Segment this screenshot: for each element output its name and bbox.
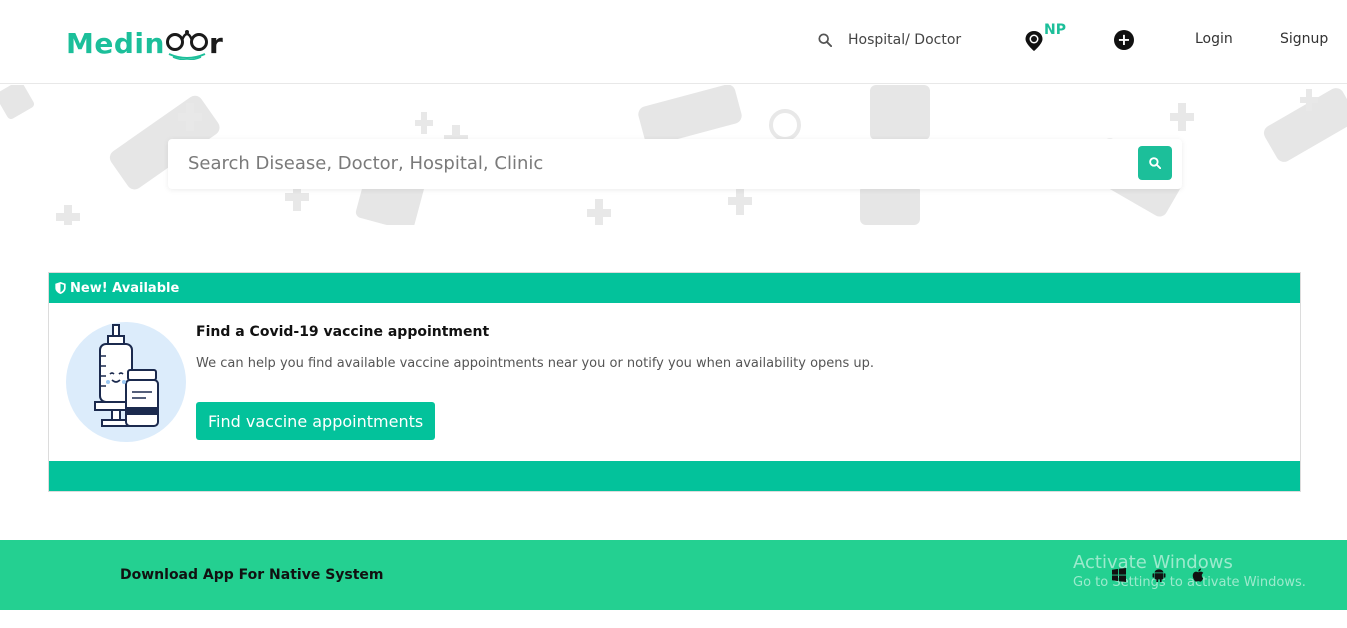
download-app-label: Download App For Native System xyxy=(120,567,384,583)
hospital-doctor-search-link[interactable]: Hospital/ Doctor xyxy=(818,32,961,48)
hospital-doctor-label: Hospital/ Doctor xyxy=(848,32,962,48)
card-description: We can help you find available vaccine a… xyxy=(196,356,875,371)
search-icon xyxy=(818,33,832,47)
new-available-badge: New! Available xyxy=(70,280,180,296)
search-icon xyxy=(1149,157,1161,169)
vaccine-illustration xyxy=(66,322,186,442)
card-title: Find a Covid-19 vaccine appointment xyxy=(196,324,490,340)
signup-link[interactable]: Signup xyxy=(1280,31,1328,47)
logo-text-primary: Medin xyxy=(66,26,165,60)
country-selector[interactable]: NP xyxy=(1024,22,1074,52)
plus-circle-icon[interactable]: + xyxy=(1114,30,1134,50)
login-link[interactable]: Login xyxy=(1195,31,1233,47)
card-header-bar: New! Available xyxy=(49,273,1300,303)
apple-icon[interactable] xyxy=(1192,568,1206,582)
download-app-band: Download App For Native System Activate … xyxy=(0,540,1347,610)
android-icon[interactable] xyxy=(1152,568,1166,582)
stethoscope-logo-icon xyxy=(165,30,208,60)
country-code: NP xyxy=(1044,22,1066,38)
vaccine-card: New! Available Find a Covid-19 vaccine a… xyxy=(48,272,1301,492)
platform-links xyxy=(1112,568,1206,582)
windows-icon[interactable] xyxy=(1112,568,1126,582)
find-vaccine-button[interactable]: Find vaccine appointments xyxy=(196,402,436,440)
location-pin-icon xyxy=(1025,31,1043,51)
logo-text-secondary: r xyxy=(208,26,224,60)
shield-icon xyxy=(55,282,66,294)
medinoor-logo[interactable]: Medin r xyxy=(66,22,223,64)
main-search-input[interactable]: Search Disease, Doctor, Hospital, Clinic xyxy=(168,139,1182,189)
search-submit-button[interactable] xyxy=(1138,146,1172,180)
search-placeholder: Search Disease, Doctor, Hospital, Clinic xyxy=(188,153,544,174)
card-footer-bar xyxy=(49,461,1300,491)
site-header: Medin r Hospital/ Doctor NP + Login Sign… xyxy=(0,0,1347,84)
